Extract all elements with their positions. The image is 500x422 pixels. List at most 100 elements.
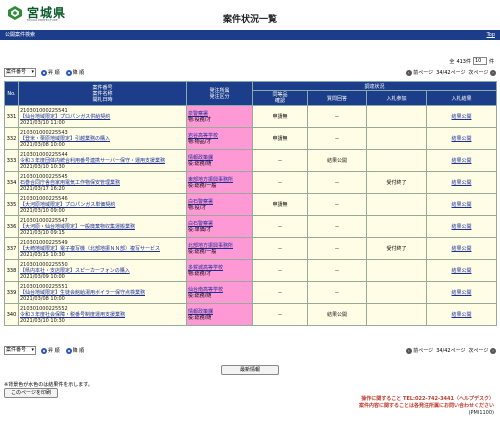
qa-result-link[interactable]: 結果公開: [327, 312, 347, 318]
org-link[interactable]: 情報政策課: [188, 309, 213, 315]
col-qa: 質問回答: [307, 90, 367, 106]
result-link[interactable]: 結果公開: [452, 158, 472, 164]
result-cell: 結果公開: [425, 259, 498, 282]
equiv-status: 申請無: [252, 105, 308, 128]
page-size-suffix: 件: [488, 58, 494, 65]
qa-status: －: [307, 127, 367, 150]
section-bar: 公開案件検索 Top: [0, 30, 500, 40]
org-link[interactable]: 岩谷高等学校: [188, 133, 218, 139]
print-button[interactable]: このページを印刷: [4, 388, 58, 398]
case-name-link[interactable]: 石巻合同庁舎自家用電気工作物保安管理業務: [20, 180, 120, 186]
sort-asc-radio[interactable]: 昇 順: [41, 69, 60, 76]
qa-status: －: [307, 237, 367, 260]
org-category: 物:役/才: [188, 204, 207, 211]
case-cell: 210301000225551 【仙台地域限定】生徒会館給湯用ボイラー保守点検業務…: [18, 281, 187, 304]
org-link[interactable]: 泉警察署: [188, 111, 208, 117]
result-link[interactable]: 結果公開: [452, 290, 472, 296]
bid-status: [366, 127, 427, 150]
org-cell: 多賀城高等学校 物:総務/才: [186, 259, 253, 282]
result-link[interactable]: 結果公開: [452, 312, 472, 318]
equiv-status: －: [252, 215, 308, 238]
qa-status: －: [307, 193, 367, 216]
page-size-select[interactable]: 10: [472, 57, 487, 65]
case-name-link[interactable]: 【大崎地域限定】電子複写機（北部地振ＮＮ部）複写サービス: [20, 246, 160, 252]
row-no: 337: [4, 237, 19, 260]
result-link[interactable]: 結果公開: [452, 246, 472, 252]
result-cell: 結果公開: [425, 105, 498, 128]
org-link[interactable]: 北部地方振興事務所: [188, 243, 233, 249]
result-link[interactable]: 結果公開: [452, 136, 472, 142]
sort-desc-radio-bottom[interactable]: 降 順: [65, 347, 84, 354]
sort-desc-radio[interactable]: 降 順: [65, 69, 84, 76]
next-page-link[interactable]: 次ページ ›: [469, 69, 496, 76]
prev-arrow-icon: ‹: [405, 347, 412, 354]
case-name-link[interactable]: 【登米・栗原地域限定】引越業務の購入: [20, 136, 110, 142]
case-cell: 210301000225543 【登米・栗原地域限定】引越業務の購入 2021/03…: [18, 127, 187, 150]
case-name-link[interactable]: 【県内本社・支店限定】スピーカーフォンの購入: [20, 268, 130, 274]
open-date: 2021/03/10 09:00: [20, 207, 65, 214]
org-category: 役:単価/才: [188, 226, 212, 233]
org-category: 役:総務/一般: [188, 182, 217, 189]
page-title: 案件状況一覧: [222, 15, 277, 25]
org-link[interactable]: 東部地方振興事務所: [188, 177, 233, 183]
legend-note: ※背景色が水色のは結果件を示します。: [4, 382, 93, 388]
equiv-status: 申請無: [252, 127, 308, 150]
refresh-button[interactable]: 最新情報: [221, 365, 279, 375]
radio-icon: [65, 69, 72, 76]
case-name-link[interactable]: 令和３年度団体内統合利用番号連携サーバー保守・運用支援業務: [20, 158, 165, 164]
sort-asc-radio-bottom[interactable]: 昇 順: [41, 347, 60, 354]
bottom-controls: 案件番号 昇 順 降 順 ‹ 前ページ 34/42ページ 次ページ ›: [4, 346, 496, 355]
org-link[interactable]: 情報政策課: [188, 155, 213, 161]
open-date: 2021/03/08 10:00: [20, 141, 65, 148]
org-category: 役:総務/一般: [188, 248, 217, 255]
col-org-cat: 発注区分: [209, 93, 230, 100]
qa-status: －: [307, 281, 367, 304]
org-link[interactable]: 多賀城高等学校: [188, 265, 223, 271]
qa-status: 結果公開: [307, 303, 367, 326]
next-page-link-bottom[interactable]: 次ページ ›: [468, 347, 496, 354]
next-page-label: 次ページ: [468, 348, 489, 354]
prev-page-link[interactable]: ‹ 前ページ: [405, 69, 434, 76]
table-row: 340 210301000225552 令和３年度社会保障・税番号制度運用支援業務 2…: [4, 303, 498, 326]
total-prefix: 全: [449, 58, 455, 65]
equiv-status: －: [252, 259, 308, 282]
qa-result-link[interactable]: 結果公開: [327, 158, 347, 164]
org-link[interactable]: 白石警察署: [188, 221, 213, 227]
row-no: 336: [4, 215, 19, 238]
org-cell: 情報政策課 役:総務/随: [186, 303, 253, 326]
prev-page-link-bottom[interactable]: ‹ 前ページ: [405, 347, 434, 354]
result-link[interactable]: 結果公開: [452, 268, 472, 274]
sort-asc-label: 昇 順: [48, 348, 60, 354]
radio-icon: [41, 347, 47, 354]
result-cell: 結果公開: [425, 303, 498, 326]
sort-select[interactable]: 案件番号: [4, 68, 36, 77]
sort-select-bottom[interactable]: 案件番号: [4, 346, 36, 355]
case-name-link[interactable]: 令和３年度社会保障・税番号制度運用支援業務: [20, 312, 125, 318]
org-category: 物:物品/才: [188, 138, 212, 145]
case-name-link[interactable]: 【大河原・仙台地域限定】一般廃棄物収集運搬業務: [20, 224, 135, 230]
equiv-status: －: [252, 281, 308, 304]
org-link[interactable]: 白石警察署: [188, 199, 213, 205]
org-link[interactable]: 仙台南高等学校: [188, 287, 223, 293]
prev-page-label: 前ページ: [413, 348, 434, 354]
result-cell: 結果公開: [425, 127, 498, 150]
sort-order-group-bottom: 昇 順 降 順: [41, 347, 84, 354]
results-table: No. 案件番号 案件名称 開札日時 発注所属 発注区分 調達状況 同等品 確認 …: [4, 81, 498, 326]
page-code: (PMI1100): [468, 410, 494, 416]
col-result: 入札結果: [425, 90, 498, 106]
open-date: 2021/03/08 10:00: [20, 295, 65, 302]
result-link[interactable]: 結果公開: [452, 180, 472, 186]
row-no: 334: [4, 171, 19, 194]
result-link[interactable]: 結果公開: [452, 202, 472, 208]
case-cell: 210301000225545 石巻合同庁舎自家用電気工作物保安管理業務 2021/…: [18, 171, 187, 194]
result-link[interactable]: 結果公開: [452, 114, 472, 120]
case-name-link[interactable]: 【仙台地域限定】生徒会館給湯用ボイラー保守点検業務: [20, 290, 145, 296]
case-name-link[interactable]: 【大河原地域限定】プロパンガス単価契約: [20, 202, 115, 208]
case-name-link[interactable]: 【仙台地域限定】プロパンガス供給契約: [20, 114, 110, 120]
col-bid: 入札参加: [366, 90, 427, 106]
result-link[interactable]: 結果公開: [452, 224, 472, 230]
prev-arrow-icon: ‹: [405, 69, 412, 76]
prev-page-label: 前ページ: [413, 70, 434, 76]
top-link[interactable]: Top: [487, 30, 495, 40]
col-case: 案件番号 案件名称 開札日時: [18, 81, 187, 106]
